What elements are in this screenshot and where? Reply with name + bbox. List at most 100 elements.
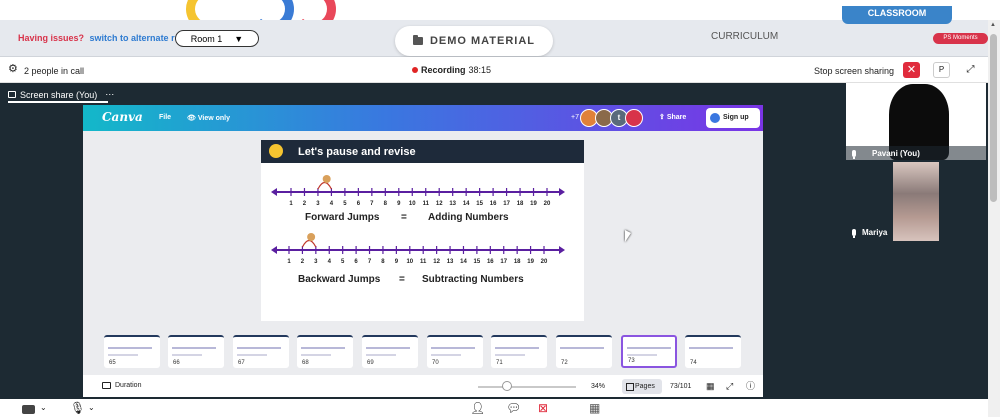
room-select[interactable]: Room 1 ▼: [175, 30, 259, 47]
tab-curriculum[interactable]: CURRICULUM: [711, 31, 778, 42]
pages-button[interactable]: Pages: [622, 379, 662, 394]
thumb-number: 73: [628, 358, 635, 364]
number-line-tick-label: 18: [517, 201, 524, 207]
help-icon[interactable]: ⓘ: [746, 381, 755, 391]
backward-equals: =: [399, 274, 405, 285]
record-dot-icon: [412, 67, 418, 73]
recording-status: Recording 38:15: [412, 65, 491, 75]
canva-share-button[interactable]: ⇪ Share: [659, 113, 686, 121]
share-label: Share: [666, 114, 687, 121]
page-thumbnail[interactable]: 74: [685, 335, 741, 368]
call-bar: ⚙ 2 people in call Recording 38:15 Stop …: [0, 57, 988, 83]
number-line-arrow-right: [559, 188, 565, 196]
number-line-tick-label: 16: [490, 201, 497, 207]
thumb-line: [431, 347, 475, 349]
backward-jumps-label: Backward Jumps: [298, 274, 381, 285]
page-thumbnail[interactable]: 70: [427, 335, 483, 368]
thumb-line: [627, 354, 657, 356]
thumb-line: [237, 347, 281, 349]
slide: Let's pause and revise 1 2 3 4 5 6 7 8 9 10 11 12 13…: [261, 140, 584, 321]
number-line-tick-label: 15: [474, 259, 481, 265]
forward-jumps-label: Forward Jumps: [305, 212, 380, 223]
gear-icon[interactable]: ⚙: [8, 64, 18, 75]
tab-classroom[interactable]: CLASSROOM: [842, 6, 952, 24]
number-line-tick-label: 10: [409, 201, 416, 207]
ps-moments-badge[interactable]: PS Moments: [933, 33, 988, 44]
stop-sharing-button[interactable]: ✕: [903, 62, 920, 78]
forward-equals: =: [401, 212, 407, 223]
person-icon[interactable]: 👤︎: [470, 402, 485, 415]
duration-button[interactable]: Duration: [102, 382, 141, 389]
thumb-line: [366, 354, 396, 356]
mic-menu-chevron-icon[interactable]: ⌄: [88, 401, 95, 414]
screen-share-tab[interactable]: Screen share (You) ⋯: [8, 89, 114, 100]
number-line-tick-label: 12: [436, 201, 443, 207]
participant-tile[interactable]: Mariya: [846, 161, 986, 241]
view-only-label: View only: [197, 115, 231, 122]
number-line-tick-label: 10: [406, 259, 413, 265]
number-line-tick-label: 3: [316, 201, 320, 207]
issues-label: Having issues?: [18, 33, 85, 43]
number-line-tick-label: 20: [541, 259, 548, 265]
zoom-slider-track[interactable]: [478, 386, 576, 388]
thumb-line: [495, 347, 539, 349]
page-count: 73/101: [670, 383, 692, 390]
page-thumbnail[interactable]: 65: [104, 335, 160, 368]
recording-label: Recording: [421, 65, 466, 75]
vertical-scrollbar[interactable]: ▲: [988, 20, 1000, 417]
scrollbar-thumb[interactable]: [990, 34, 997, 202]
number-line-tick-label: 19: [527, 259, 534, 265]
thumb-line: [627, 347, 671, 349]
page-thumbnail-active[interactable]: 73: [621, 335, 677, 368]
camera-menu-chevron-icon[interactable]: ⌄: [40, 401, 47, 414]
canva-view-only[interactable]: 👁︎ View only: [187, 114, 230, 122]
number-line-tick-label: 13: [449, 201, 456, 207]
participant-tile-self[interactable]: Pavani (You): [846, 83, 986, 160]
grid-view-icon[interactable]: ▦: [706, 381, 715, 391]
page-thumbnail[interactable]: 71: [491, 335, 547, 368]
page-thumbnails: 65 66 67 68 69 70 71 72 73 74: [83, 333, 763, 375]
mouse-cursor-icon: [625, 230, 631, 242]
number-line-tick-label: 12: [433, 259, 440, 265]
mic-icon: [852, 229, 856, 238]
page-thumbnail[interactable]: 67: [233, 335, 289, 368]
thumb-line: [172, 354, 202, 356]
active-tab-underline: [8, 101, 108, 103]
upload-icon: ⇪: [659, 114, 667, 121]
zoom-slider-handle[interactable]: [502, 381, 513, 391]
number-line-tick-label: 14: [463, 201, 470, 207]
number-line-tick-label: 16: [487, 259, 494, 265]
camera-icon[interactable]: [22, 405, 35, 414]
grid-icon[interactable]: ▦: [589, 402, 600, 415]
p-button[interactable]: P: [933, 62, 950, 78]
thumb-number: 65: [109, 360, 116, 366]
thumb-number: 69: [367, 360, 374, 366]
avatar[interactable]: [625, 109, 643, 127]
page-thumbnail[interactable]: 68: [297, 335, 353, 368]
page-thumbnail[interactable]: 66: [168, 335, 224, 368]
page-thumbnail[interactable]: 72: [556, 335, 612, 368]
fullscreen-icon[interactable]: ⤢: [726, 381, 733, 391]
number-line-tick-label: 11: [420, 259, 427, 265]
collaborator-avatars: t: [580, 109, 643, 127]
number-line-tick-label: 20: [544, 201, 551, 207]
subtracting-numbers-label: Subtracting Numbers: [422, 274, 524, 285]
canva-signup-button[interactable]: Sign up: [706, 108, 760, 128]
number-line-tick-label: 17: [500, 259, 507, 265]
chat-icon[interactable]: 💬︎: [506, 402, 521, 415]
expand-icon[interactable]: ⤢: [962, 62, 979, 78]
demo-material-button[interactable]: DEMO MATERIAL: [395, 26, 553, 56]
number-line-tick-label: 11: [423, 201, 430, 207]
close-icon: ✕: [906, 64, 917, 76]
canva-file-menu[interactable]: File: [159, 114, 171, 121]
number-line-tick-label: 4: [330, 201, 334, 207]
thumb-number: 74: [690, 360, 697, 366]
page-thumbnail[interactable]: 69: [362, 335, 418, 368]
more-options-icon[interactable]: ⋯: [105, 89, 114, 100]
eye-icon: 👁︎: [187, 115, 198, 122]
screen-share-off-icon[interactable]: ⊠: [538, 402, 548, 415]
mic-icon[interactable]: 🎙︎: [70, 402, 85, 415]
number-line-tick-label: 14: [460, 259, 467, 265]
scroll-up-icon[interactable]: ▲: [990, 22, 996, 28]
thumb-number: 71: [496, 360, 503, 366]
